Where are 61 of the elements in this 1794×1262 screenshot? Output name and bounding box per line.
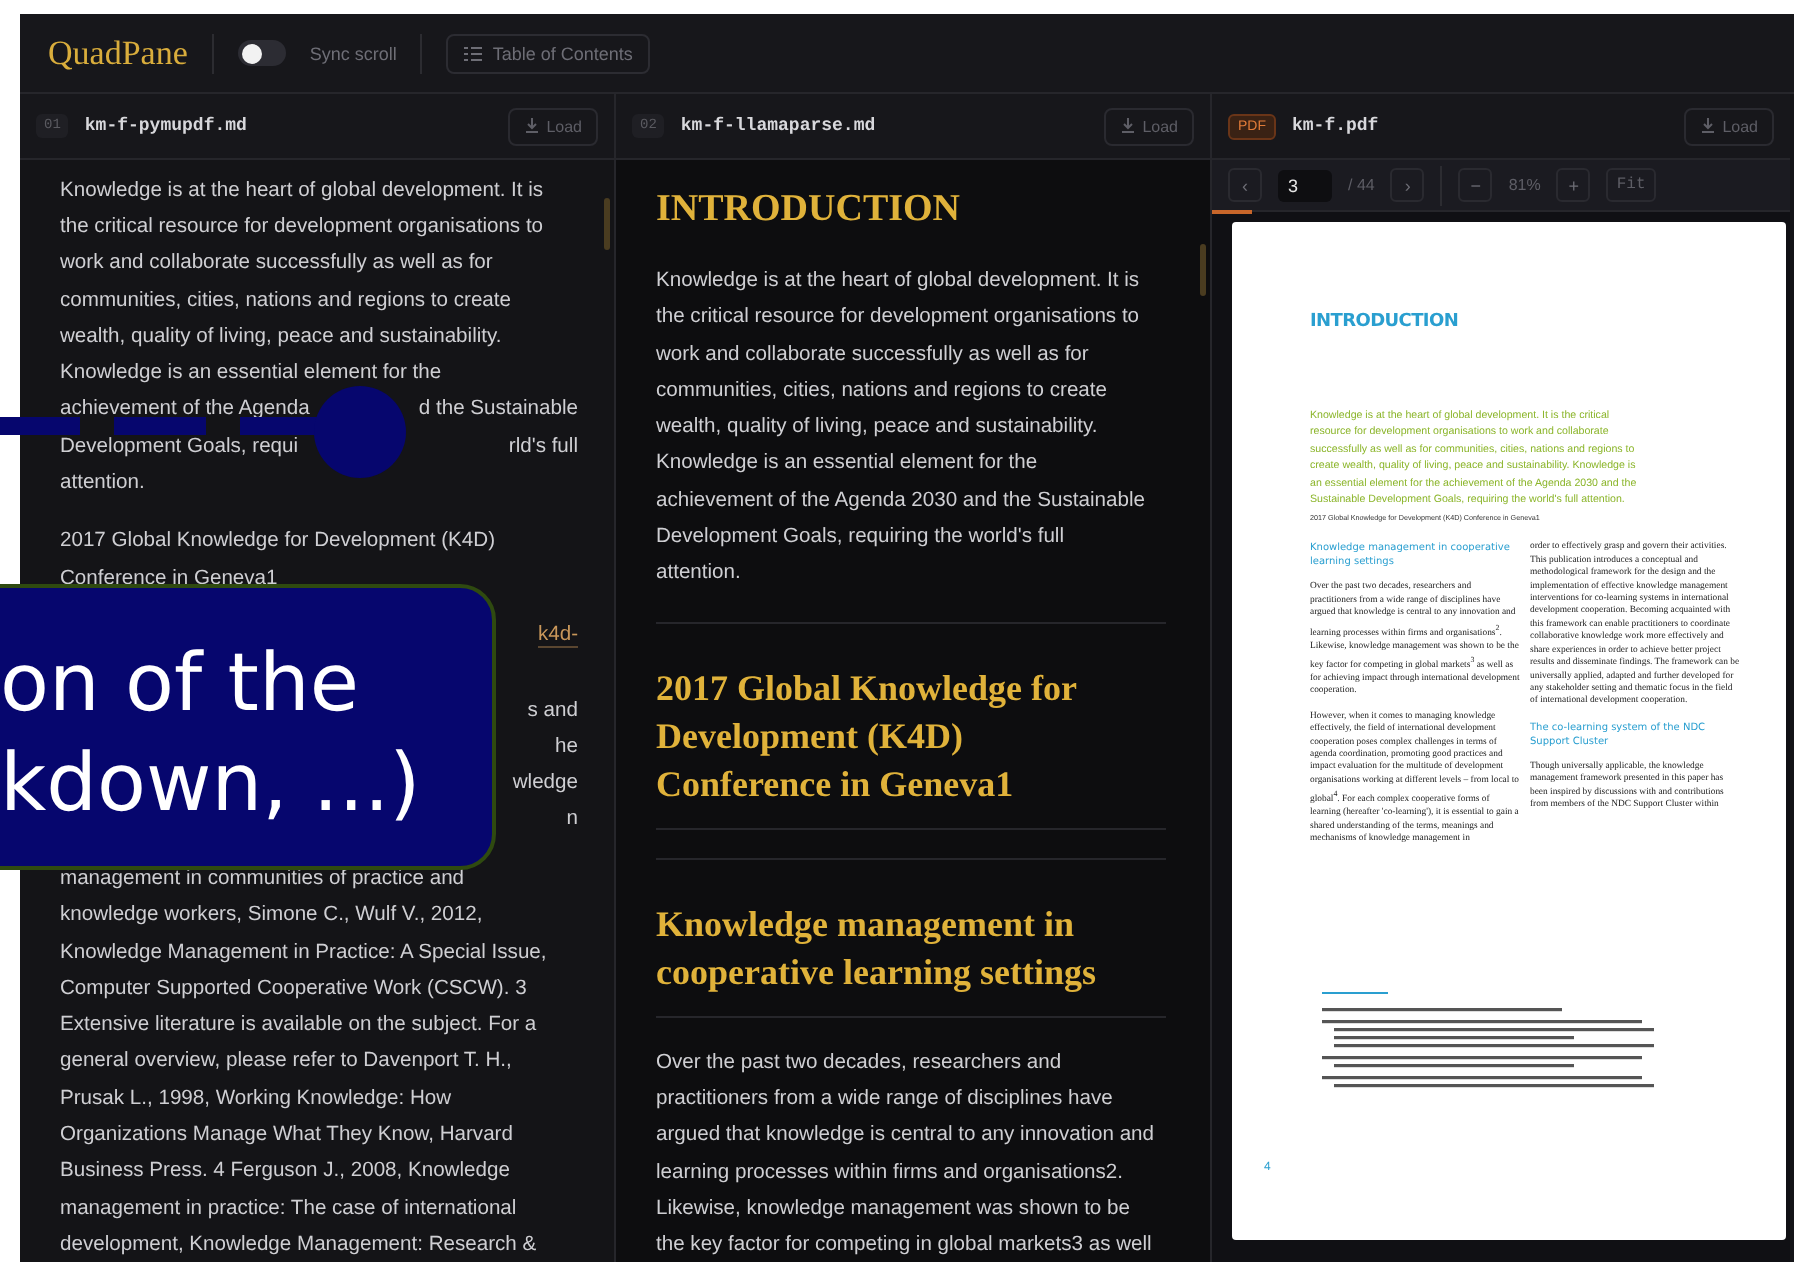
text-fragment: s and xyxy=(527,699,578,721)
text-line: Conference in Geneva1 xyxy=(60,567,278,590)
text-line: Knowledge Management in Practice: A Special Issue, xyxy=(60,941,547,963)
text-line: Computer Supported Cooperative Work (CSCW). 3 xyxy=(60,977,527,1000)
scrollbar-thumb[interactable] xyxy=(1200,244,1206,296)
text-line: attention. xyxy=(60,472,145,495)
page-title: INTRODUCTION xyxy=(1310,312,1461,332)
text-line: Knowledge is an essential element for the xyxy=(60,362,442,385)
load-button[interactable]: Load xyxy=(1104,107,1194,145)
app-logo: QuadPane xyxy=(48,33,188,73)
load-button[interactable]: Load xyxy=(1684,107,1774,145)
page-count: / 44 xyxy=(1348,176,1375,194)
heading: Knowledge management in cooperative learning settings xyxy=(656,857,1166,1018)
text-line: Extensive literature is available on the subject. For a xyxy=(60,1014,537,1037)
text-line: general overview, please refer to Davenport T. H., xyxy=(60,1050,512,1073)
file-name: km-f-pymupdf.md xyxy=(84,116,249,136)
page-number-field[interactable]: 3 xyxy=(1278,169,1332,201)
heading: INTRODUCTION xyxy=(656,188,963,232)
callout-text: on of the xyxy=(0,635,361,733)
text-line: Knowledge is at the heart of global development. It is xyxy=(60,179,544,202)
text-line: Prusak L., 1998, Working Knowledge: How xyxy=(60,1087,452,1110)
text-line: management in practice: The case of international xyxy=(60,1197,517,1220)
load-button[interactable]: Load xyxy=(508,107,598,145)
previous-page-button[interactable]: ‹ xyxy=(1228,168,1262,202)
file-name: km-f.pdf xyxy=(1292,116,1381,136)
text-line: wealth, quality of living, peace and sustainability. xyxy=(60,325,502,348)
scrollbar-thumb[interactable] xyxy=(604,198,610,250)
text-line: achievement of the Agenda xyxy=(60,398,310,421)
callout-text: kdown, ...) xyxy=(0,735,423,833)
zoom-out-button[interactable]: − xyxy=(1458,168,1493,202)
text-line: the critical resource for development organisations to xyxy=(60,215,544,238)
sync-scroll-toggle[interactable] xyxy=(237,40,286,66)
paragraph: Over the past two decades, researchers and practitioners from a wide range of disciplines have argued that knowledge is central to any innovation and learning processes within firms and organisations2. Likewise, knowledge management was shown to be the key factor for competing in global markets3 as well xyxy=(656,1049,1157,1261)
paragraph: Knowledge is at the heart of global development. It is the critical resource for development organisations to work and collaborate successfully as well as for communities, cities, nations and regions to create wealth, quality of living, peace and sustainability. Knowledge is an essential element for the achievement of the Agenda 2030 and the Sustainable Development Goals, requiring the world's full attention. xyxy=(656,268,1147,589)
text-fragment: he xyxy=(555,735,578,758)
list-icon xyxy=(464,45,483,61)
text-line: Organizations Manage What They Know, Harvard xyxy=(60,1123,513,1146)
table-of-contents-button[interactable]: Table of Contents xyxy=(446,33,651,73)
link[interactable]: k4d- xyxy=(537,624,578,649)
zoom-level: 81% xyxy=(1508,176,1541,194)
text-fragment: rld's full xyxy=(508,435,578,458)
text-line: work and collaborate successfully as well as for xyxy=(60,252,493,275)
text-line: Business Press. 4 Ferguson J., 2008, Knowledge xyxy=(60,1160,510,1183)
text-line: knowledge workers, Simone C., Wulf V., 2012, xyxy=(60,904,483,927)
toggle-label: Sync scroll xyxy=(309,43,397,63)
download-icon xyxy=(1700,118,1717,134)
text-line: communities, cities, nations and regions to create xyxy=(60,289,512,312)
text-line: 2017 Global Knowledge for Development (K4D) xyxy=(60,530,496,553)
text-line: development, Knowledge Management: Research & xyxy=(60,1233,537,1256)
download-icon xyxy=(524,118,541,134)
text-line: management in communities of practice and xyxy=(60,867,465,890)
next-page-button[interactable]: › xyxy=(1390,168,1425,202)
heading: 2017 Global Knowledge for Development (K4D) Conference in Geneva1 xyxy=(656,621,1166,830)
file-name: km-f-llamaparse.md xyxy=(680,116,878,136)
zoom-in-button[interactable]: + xyxy=(1556,168,1591,202)
fit-button[interactable]: Fit xyxy=(1606,168,1656,202)
download-icon xyxy=(1120,118,1137,134)
text-fragment: n xyxy=(566,808,578,831)
text-fragment: d the Sustainable xyxy=(418,398,578,421)
text-line: Development Goals, requi xyxy=(60,435,299,458)
text-fragment: wledge xyxy=(512,772,578,795)
